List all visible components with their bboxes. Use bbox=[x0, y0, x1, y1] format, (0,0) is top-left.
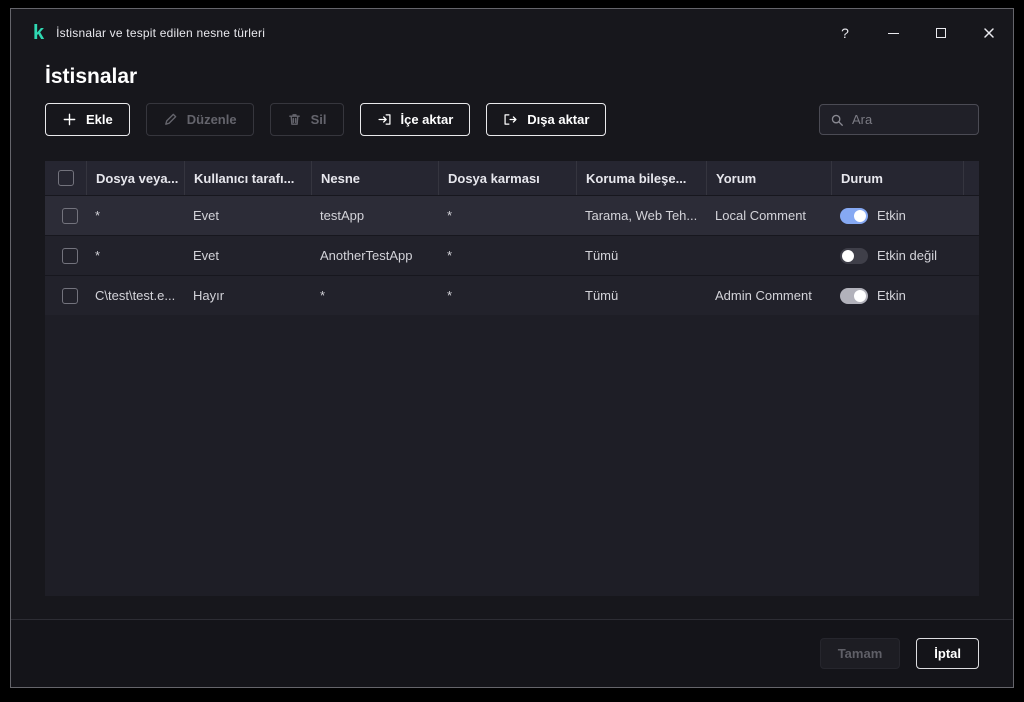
select-all-checkbox[interactable] bbox=[58, 170, 74, 186]
status-toggle[interactable] bbox=[840, 248, 868, 264]
cell-by-user: Evet bbox=[184, 248, 311, 263]
cell-components: Tarama, Web Teh... bbox=[576, 208, 706, 223]
column-header-object[interactable]: Nesne bbox=[311, 161, 438, 195]
cell-status: Etkin bbox=[831, 208, 963, 224]
column-header-components[interactable]: Koruma bileşe... bbox=[576, 161, 706, 195]
minimize-button[interactable] bbox=[869, 9, 917, 57]
header-checkbox-cell bbox=[45, 161, 86, 195]
titlebar: k İstisnalar ve tespit edilen nesne türl… bbox=[11, 9, 1013, 57]
window-title: İstisnalar ve tespit edilen nesne türler… bbox=[56, 26, 265, 40]
edit-button-label: Düzenle bbox=[187, 112, 237, 127]
cell-object: * bbox=[311, 288, 438, 303]
exclusions-table: Dosya veya... Kullanıcı tarafı... Nesne … bbox=[45, 161, 979, 596]
column-header-file[interactable]: Dosya veya... bbox=[86, 161, 184, 195]
close-button[interactable] bbox=[965, 9, 1013, 57]
column-header-by-user[interactable]: Kullanıcı tarafı... bbox=[184, 161, 311, 195]
maximize-button[interactable] bbox=[917, 9, 965, 57]
row-checkbox[interactable] bbox=[62, 288, 78, 304]
table-row[interactable]: * Evet testApp * Tarama, Web Teh... Loca… bbox=[45, 195, 979, 235]
column-header-status[interactable]: Durum bbox=[831, 161, 963, 195]
content-area: İstisnalar Ekle Düzenle Sil İçe aktar Dı… bbox=[11, 57, 1013, 619]
status-label: Etkin bbox=[877, 288, 906, 303]
kaspersky-logo-icon: k bbox=[33, 23, 44, 43]
add-button[interactable]: Ekle bbox=[45, 103, 130, 136]
help-icon: ? bbox=[841, 25, 849, 41]
header-filler bbox=[963, 161, 979, 195]
delete-button-label: Sil bbox=[311, 112, 327, 127]
search-box[interactable] bbox=[819, 104, 979, 135]
footer: Tamam İptal bbox=[11, 619, 1013, 687]
add-button-label: Ekle bbox=[86, 112, 113, 127]
column-header-hash[interactable]: Dosya karması bbox=[438, 161, 576, 195]
export-button-label: Dışa aktar bbox=[527, 112, 589, 127]
page-title: İstisnalar bbox=[45, 65, 979, 89]
export-icon bbox=[503, 112, 518, 127]
row-checkbox-cell bbox=[45, 208, 86, 224]
search-input[interactable] bbox=[852, 112, 968, 127]
cell-file: * bbox=[86, 208, 184, 223]
cell-components: Tümü bbox=[576, 248, 706, 263]
ok-button[interactable]: Tamam bbox=[820, 638, 901, 669]
cell-object: AnotherTestApp bbox=[311, 248, 438, 263]
row-checkbox[interactable] bbox=[62, 208, 78, 224]
cell-status: Etkin bbox=[831, 288, 963, 304]
table-row[interactable]: C\test\test.e... Hayır * * Tümü Admin Co… bbox=[45, 275, 979, 315]
cell-by-user: Hayır bbox=[184, 288, 311, 303]
import-button-label: İçe aktar bbox=[401, 112, 454, 127]
cell-comment: Local Comment bbox=[706, 208, 831, 223]
pencil-icon bbox=[163, 112, 178, 127]
trash-icon bbox=[287, 112, 302, 127]
export-button[interactable]: Dışa aktar bbox=[486, 103, 606, 136]
cell-components: Tümü bbox=[576, 288, 706, 303]
table-row[interactable]: * Evet AnotherTestApp * Tümü Etkin değil bbox=[45, 235, 979, 275]
delete-button[interactable]: Sil bbox=[270, 103, 344, 136]
help-button[interactable]: ? bbox=[821, 9, 869, 57]
import-button[interactable]: İçe aktar bbox=[360, 103, 471, 136]
plus-icon bbox=[62, 112, 77, 127]
app-window: k İstisnalar ve tespit edilen nesne türl… bbox=[10, 8, 1014, 688]
toolbar: Ekle Düzenle Sil İçe aktar Dışa aktar bbox=[45, 103, 979, 136]
cell-file: C\test\test.e... bbox=[86, 288, 184, 303]
import-icon bbox=[377, 112, 392, 127]
search-icon bbox=[830, 113, 844, 127]
status-toggle[interactable] bbox=[840, 208, 868, 224]
close-icon bbox=[983, 27, 995, 39]
cell-object: testApp bbox=[311, 208, 438, 223]
row-checkbox[interactable] bbox=[62, 248, 78, 264]
status-label: Etkin değil bbox=[877, 248, 937, 263]
cell-by-user: Evet bbox=[184, 208, 311, 223]
cell-hash: * bbox=[438, 248, 576, 263]
cancel-button[interactable]: İptal bbox=[916, 638, 979, 669]
cell-status: Etkin değil bbox=[831, 248, 963, 264]
column-header-comment[interactable]: Yorum bbox=[706, 161, 831, 195]
minimize-icon bbox=[888, 33, 899, 34]
cell-comment: Admin Comment bbox=[706, 288, 831, 303]
row-checkbox-cell bbox=[45, 288, 86, 304]
cell-hash: * bbox=[438, 288, 576, 303]
status-toggle[interactable] bbox=[840, 288, 868, 304]
window-controls: ? bbox=[821, 9, 1013, 57]
maximize-icon bbox=[936, 28, 946, 38]
row-checkbox-cell bbox=[45, 248, 86, 264]
edit-button[interactable]: Düzenle bbox=[146, 103, 254, 136]
cell-hash: * bbox=[438, 208, 576, 223]
table-header: Dosya veya... Kullanıcı tarafı... Nesne … bbox=[45, 161, 979, 195]
status-label: Etkin bbox=[877, 208, 906, 223]
cell-file: * bbox=[86, 248, 184, 263]
